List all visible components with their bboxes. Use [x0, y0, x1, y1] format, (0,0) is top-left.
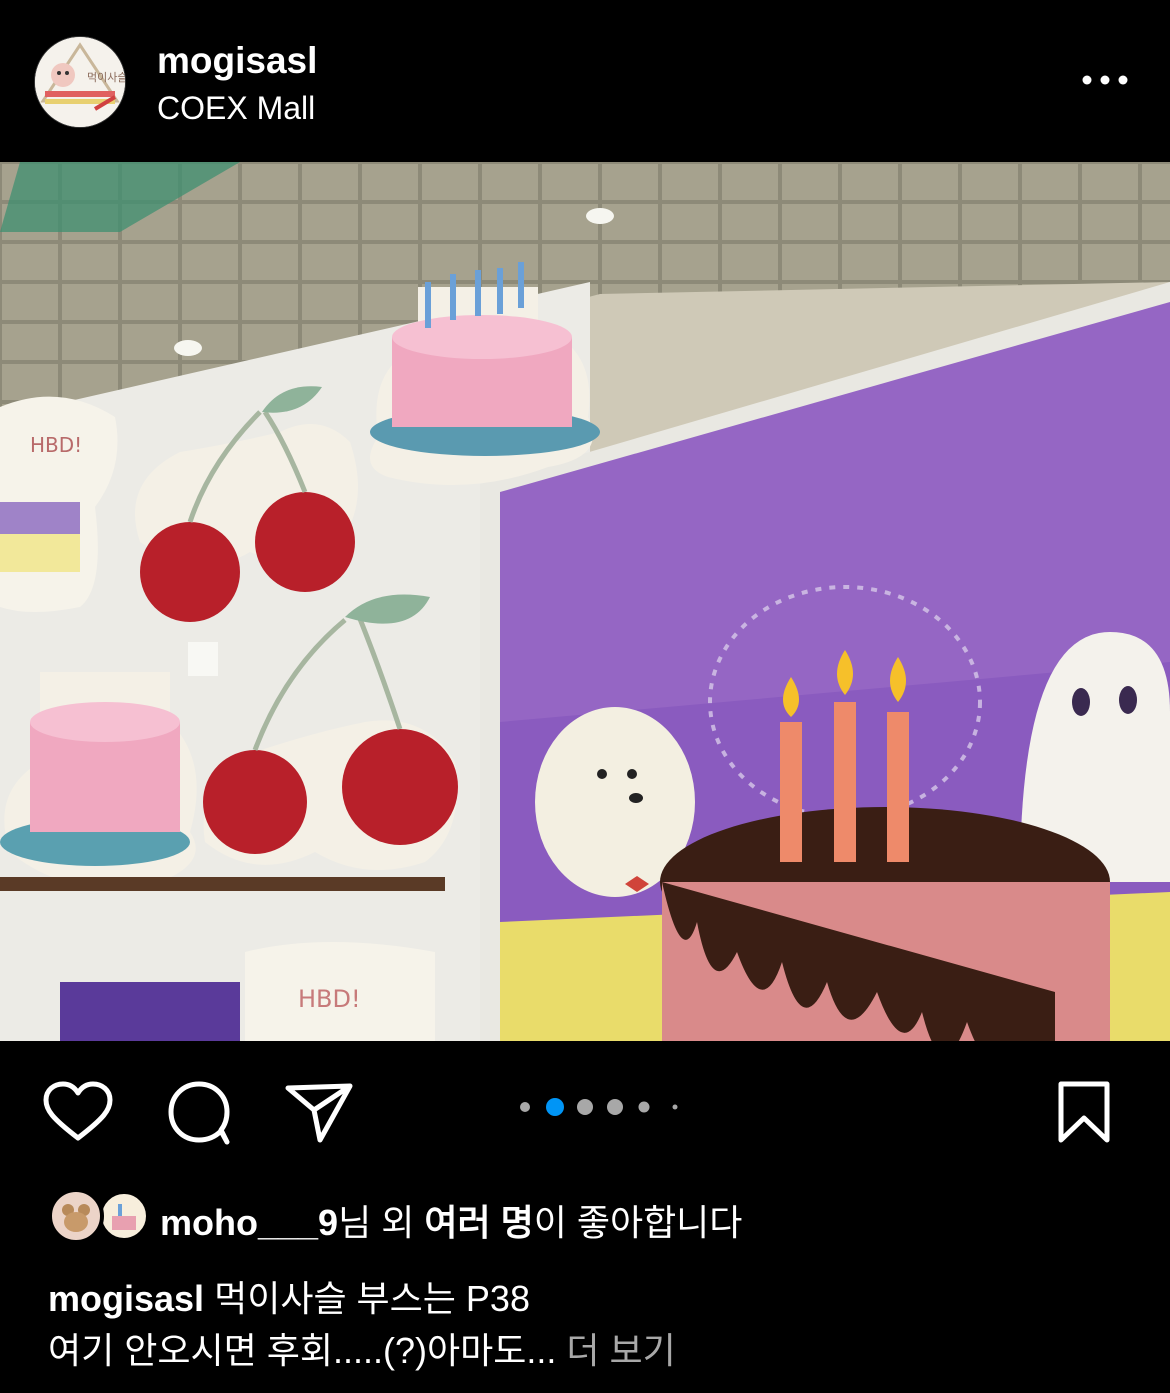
- caption-username[interactable]: mogisasl: [48, 1278, 204, 1319]
- post-image: HBD! HBD!: [0, 162, 1170, 1041]
- likes-suffix-1: 님 외: [338, 1202, 425, 1243]
- post-username[interactable]: mogisasl: [157, 40, 317, 82]
- bookmark-icon[interactable]: [1056, 1080, 1112, 1144]
- profile-avatar[interactable]: 먹이사슬: [34, 36, 126, 128]
- svg-text:먹이사슬: 먹이사슬: [87, 71, 125, 84]
- likes-others[interactable]: 여러 명: [424, 1202, 533, 1243]
- carousel-dot: [672, 1104, 678, 1110]
- caption-text-2: 여기 안오시면 후회.....(?)아마도...: [48, 1330, 557, 1371]
- heart-icon[interactable]: [42, 1080, 114, 1144]
- liked-by-username[interactable]: moho___9: [160, 1202, 338, 1243]
- comment-bubble-icon[interactable]: [163, 1080, 235, 1146]
- carousel-dot: [520, 1102, 530, 1112]
- post-photo[interactable]: HBD! HBD!: [0, 162, 1170, 1041]
- carousel-dot: [607, 1099, 623, 1115]
- caption-line-2: 여기 안오시면 후회.....(?)아마도... 더 보기: [48, 1322, 676, 1374]
- liked-by-avatars[interactable]: [48, 1188, 148, 1244]
- caption-text-1: 먹이사슬 부스는 P38: [214, 1278, 530, 1319]
- likes-suffix-2: 이 좋아합니다: [533, 1202, 743, 1243]
- post-location[interactable]: COEX Mall: [157, 90, 315, 127]
- carousel-dot: [638, 1101, 650, 1113]
- avatar-logo-image: 먹이사슬: [35, 37, 125, 127]
- carousel-dot-active: [546, 1098, 564, 1116]
- hbd-sign-text-2: HBD!: [298, 985, 361, 1013]
- likes-summary[interactable]: moho___9님 외 여러 명이 좋아합니다: [160, 1194, 742, 1246]
- post-header: 먹이사슬 mogisasl COEX Mall: [0, 0, 1170, 162]
- caption-more-link[interactable]: 더 보기: [566, 1330, 675, 1371]
- carousel-dot: [577, 1099, 593, 1115]
- carousel-indicator: [520, 1098, 678, 1116]
- hbd-sign-text-1: HBD!: [30, 433, 82, 457]
- more-horizontal-icon[interactable]: [1078, 62, 1132, 98]
- paper-plane-icon[interactable]: [284, 1080, 354, 1144]
- caption-line-1: mogisasl 먹이사슬 부스는 P38: [48, 1270, 530, 1322]
